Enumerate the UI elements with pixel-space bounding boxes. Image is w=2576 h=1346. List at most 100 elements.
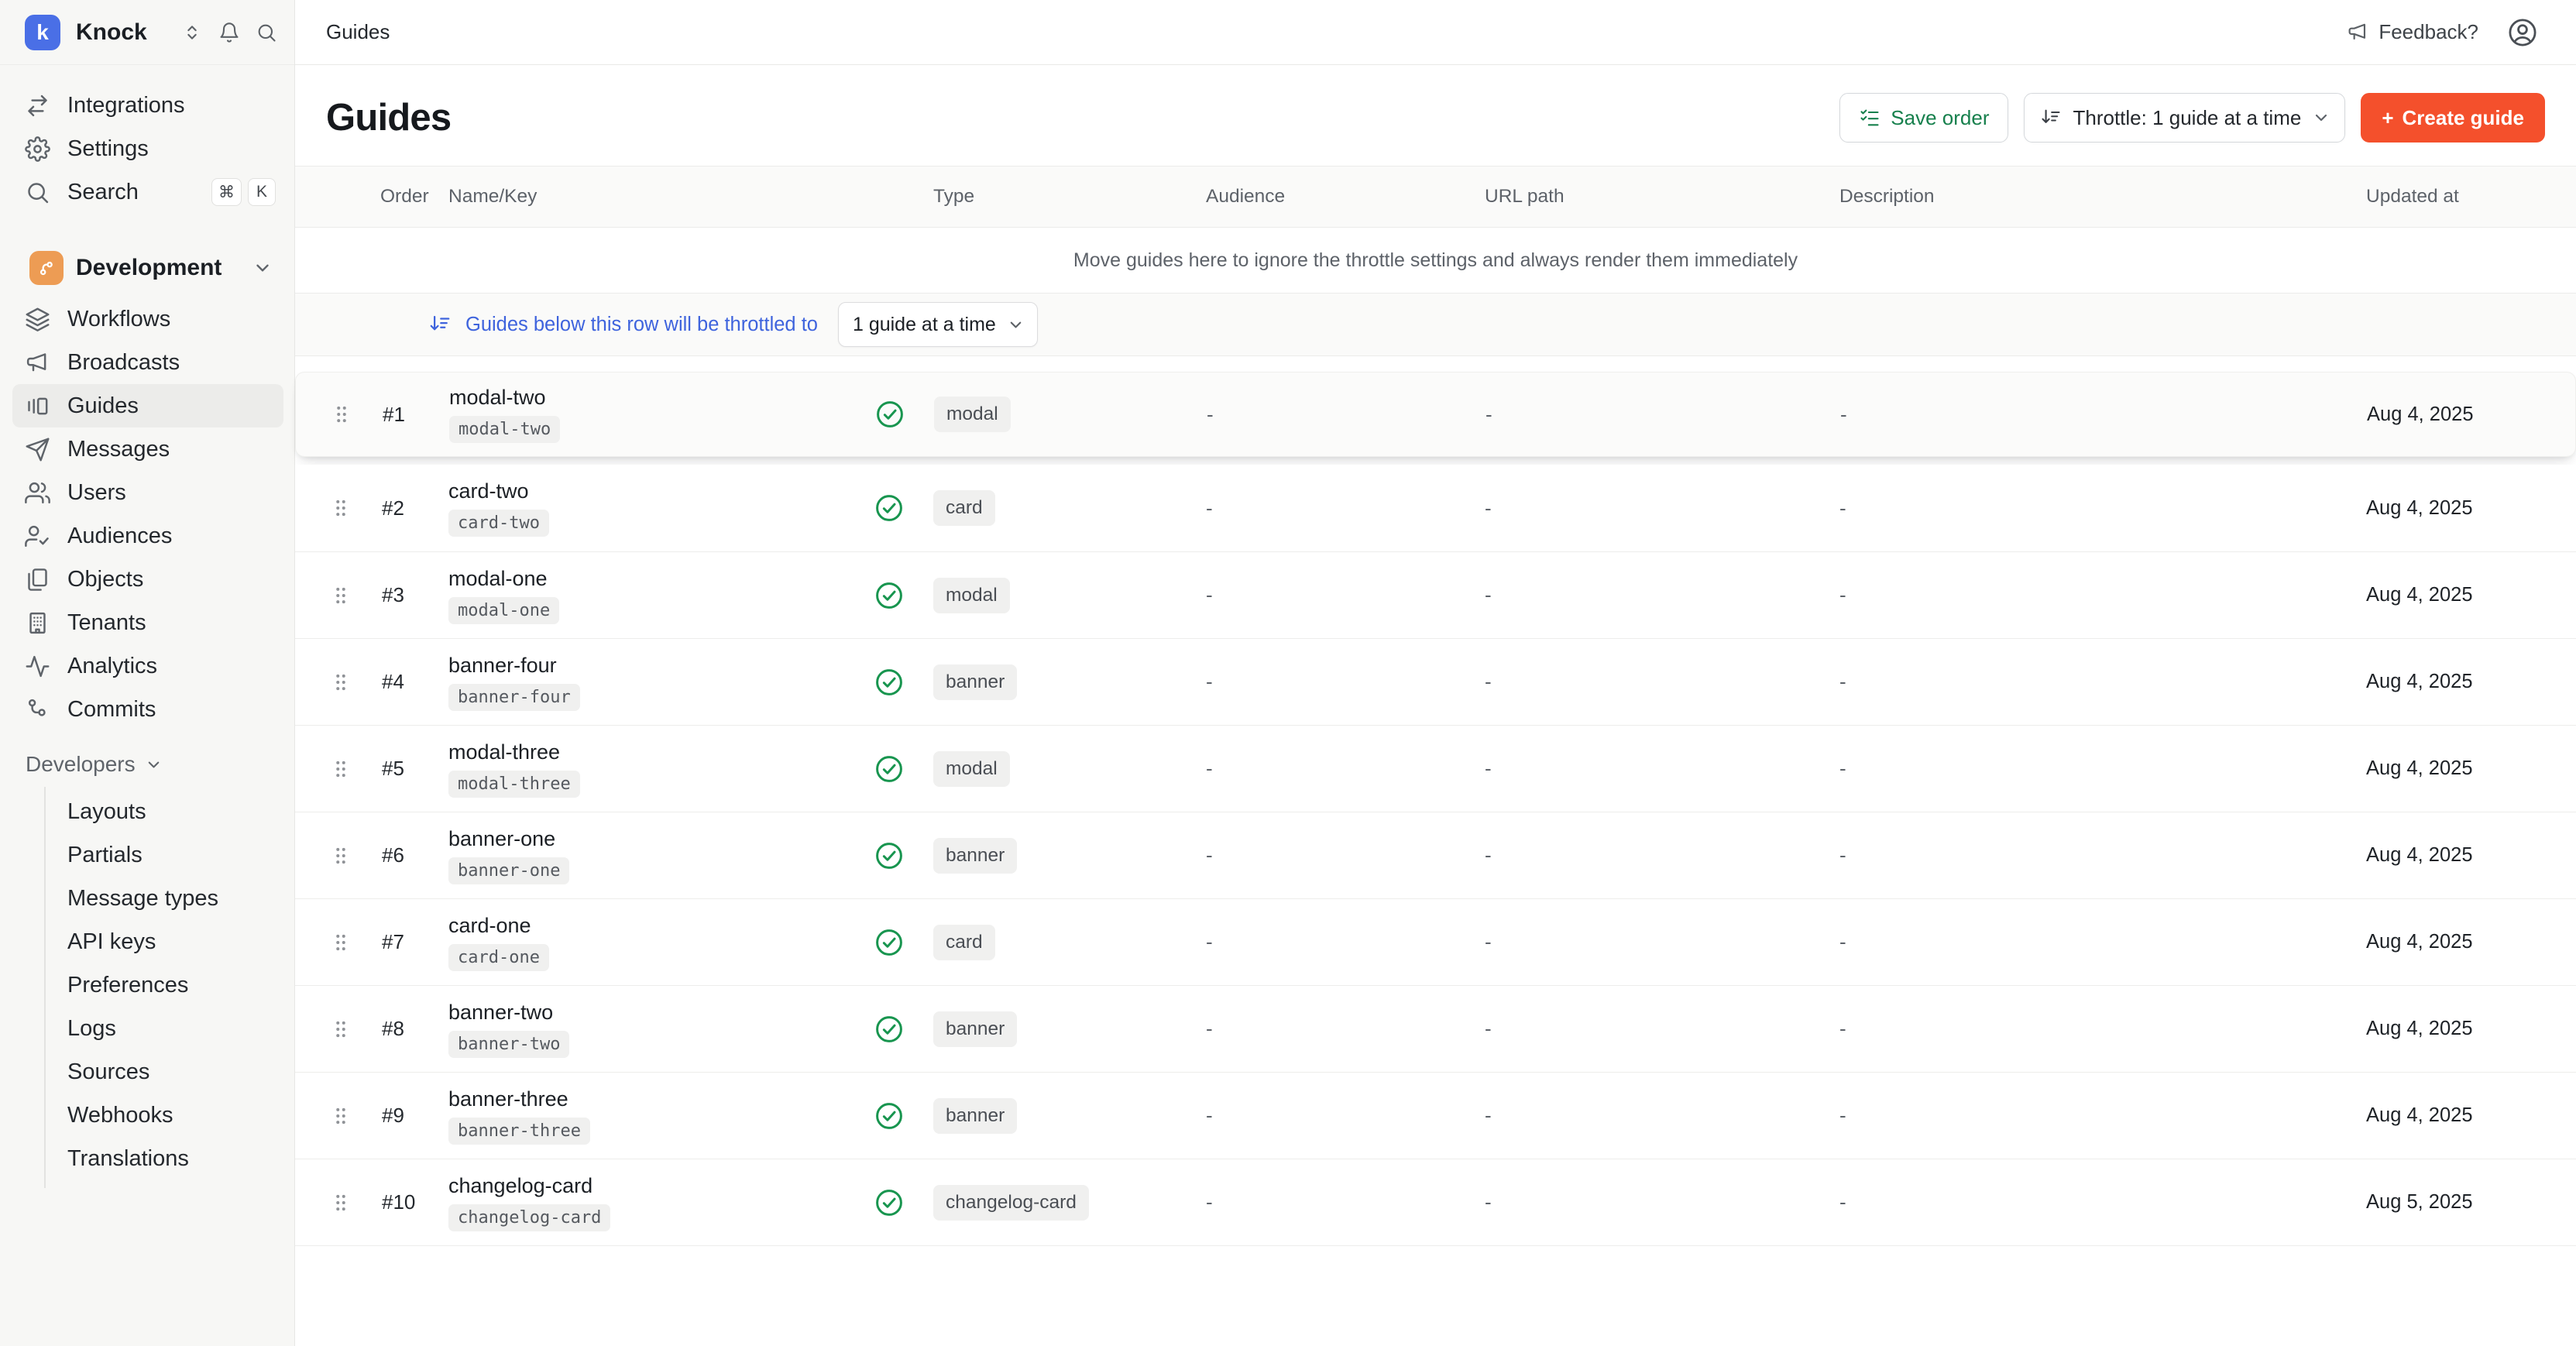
list-check-icon xyxy=(1859,107,1880,129)
table-row[interactable]: #10 changelog-card changelog-card change… xyxy=(295,1159,2576,1245)
row-order: #3 xyxy=(369,583,441,607)
row-updated-at: Aug 4, 2025 xyxy=(2186,1018,2545,1040)
sidebar-item-logs[interactable]: Logs xyxy=(46,1007,294,1050)
row-description: - xyxy=(1815,1190,2186,1214)
commits-icon xyxy=(25,697,50,723)
guide-key-badge: changelog-card xyxy=(448,1204,610,1231)
developers-section-toggle[interactable]: Developers xyxy=(12,745,283,784)
feedback-button[interactable]: Feedback? xyxy=(2347,20,2478,44)
sidebar-item-objects[interactable]: Objects xyxy=(12,558,283,601)
table-row[interactable]: #5 modal-three modal-three modal - - - A… xyxy=(295,725,2576,812)
chevron-down-icon xyxy=(252,258,273,278)
table-row[interactable]: #7 card-one card-one card - - - Aug 4, 2… xyxy=(295,898,2576,985)
throttle-button[interactable]: Throttle: 1 guide at a time xyxy=(2024,93,2345,142)
sidebar-item-webhooks[interactable]: Webhooks xyxy=(46,1094,294,1137)
drag-handle-icon[interactable] xyxy=(329,671,352,694)
sidebar-item-workflows[interactable]: Workflows xyxy=(12,297,283,341)
settings-icon xyxy=(25,136,50,162)
bell-icon[interactable] xyxy=(218,22,240,43)
sidebar-item-integrations[interactable]: Integrations xyxy=(12,84,283,127)
ignore-throttle-dropzone[interactable]: Move guides here to ignore the throttle … xyxy=(295,228,2576,294)
sidebar-item-guides[interactable]: Guides xyxy=(12,384,283,427)
sidebar-item-sources[interactable]: Sources xyxy=(46,1050,294,1094)
guide-type-badge: changelog-card xyxy=(933,1185,1089,1221)
column-header-url-path: URL path xyxy=(1469,186,1815,208)
environment-switcher[interactable]: Development xyxy=(12,246,283,290)
column-header-description: Description xyxy=(1815,186,2186,208)
row-order: #1 xyxy=(370,403,441,427)
guide-name: card-two xyxy=(448,479,529,503)
row-audience: - xyxy=(1190,670,1469,694)
user-circle-icon[interactable] xyxy=(2506,16,2539,49)
drag-handle-icon[interactable] xyxy=(329,496,352,520)
drag-handle-icon[interactable] xyxy=(329,757,352,781)
row-updated-at: Aug 4, 2025 xyxy=(2186,671,2545,693)
sort-descending-icon xyxy=(2040,107,2062,129)
sidebar-item-message-types[interactable]: Message types xyxy=(46,877,294,920)
sidebar-item-partials[interactable]: Partials xyxy=(46,833,294,877)
ignore-throttle-text: Move guides here to ignore the throttle … xyxy=(1073,249,1798,272)
environment-badge xyxy=(29,251,64,285)
sidebar-item-translations[interactable]: Translations xyxy=(46,1137,294,1180)
row-order: #4 xyxy=(369,670,441,694)
table-row[interactable]: #1 modal-two modal-two modal - - - Aug 4… xyxy=(295,372,2576,457)
throttle-divider-link[interactable]: Guides below this row will be throttled … xyxy=(465,314,818,336)
create-guide-button[interactable]: + Create guide xyxy=(2361,93,2545,142)
guide-type-badge: banner xyxy=(933,1011,1017,1047)
drag-handle-icon[interactable] xyxy=(330,403,353,426)
row-updated-at: Aug 4, 2025 xyxy=(2186,1104,2545,1127)
sidebar-item-messages[interactable]: Messages xyxy=(12,427,283,471)
sidebar-item-analytics[interactable]: Analytics xyxy=(12,644,283,688)
sidebar-item-settings[interactable]: Settings xyxy=(12,127,283,170)
guide-type-badge: banner xyxy=(933,838,1017,874)
sidebar-item-audiences[interactable]: Audiences xyxy=(12,514,283,558)
drag-handle-icon[interactable] xyxy=(329,1191,352,1214)
row-description: - xyxy=(1815,670,2186,694)
workspace-name[interactable]: Knock xyxy=(76,19,147,46)
table-row[interactable]: #3 modal-one modal-one modal - - - Aug 4… xyxy=(295,551,2576,638)
row-description: - xyxy=(1815,757,2186,781)
unfold-icon[interactable] xyxy=(181,22,203,43)
row-updated-at: Aug 4, 2025 xyxy=(2187,403,2544,426)
row-description: - xyxy=(1815,403,2187,427)
row-updated-at: Aug 4, 2025 xyxy=(2186,757,2545,780)
drag-handle-icon[interactable] xyxy=(329,844,352,867)
table-row[interactable]: #4 banner-four banner-four banner - - - … xyxy=(295,638,2576,725)
guide-type-badge: banner xyxy=(933,664,1017,700)
row-audience: - xyxy=(1191,403,1470,427)
enabled-check-icon xyxy=(873,753,905,785)
drag-handle-icon[interactable] xyxy=(329,584,352,607)
chevron-down-icon xyxy=(1007,316,1025,334)
sidebar-item-broadcasts[interactable]: Broadcasts xyxy=(12,341,283,384)
row-order: #2 xyxy=(369,496,441,520)
sidebar-item-commits[interactable]: Commits xyxy=(12,688,283,731)
sidebar-item-api-keys[interactable]: API keys xyxy=(46,920,294,963)
drag-handle-icon[interactable] xyxy=(329,931,352,954)
row-url-path: - xyxy=(1469,1104,1815,1128)
sidebar-item-preferences[interactable]: Preferences xyxy=(46,963,294,1007)
table-row[interactable]: #2 card-two card-two card - - - Aug 4, 2… xyxy=(295,465,2576,551)
table-row[interactable]: #8 banner-two banner-two banner - - - Au… xyxy=(295,985,2576,1072)
table-row[interactable]: #9 banner-three banner-three banner - - … xyxy=(295,1072,2576,1159)
search-icon[interactable] xyxy=(256,22,277,43)
drag-handle-icon[interactable] xyxy=(329,1104,352,1128)
guide-type-badge: banner xyxy=(933,1098,1017,1134)
sidebar-item-tenants[interactable]: Tenants xyxy=(12,601,283,644)
throttle-label: Throttle: 1 guide at a time xyxy=(2073,106,2301,130)
chevron-down-icon xyxy=(145,756,163,774)
sidebar-top-nav: Integrations Settings Search ⌘K xyxy=(0,65,294,214)
save-order-button[interactable]: Save order xyxy=(1839,93,2008,142)
page-header: Guides Save order Throttle: 1 guide at a… xyxy=(295,65,2576,166)
breadcrumb: Guides xyxy=(326,20,390,44)
guide-type-badge: card xyxy=(933,490,995,526)
sidebar-item-search[interactable]: Search ⌘K xyxy=(12,170,283,214)
drag-handle-icon[interactable] xyxy=(329,1018,352,1041)
table-row[interactable]: #6 banner-one banner-one banner - - - Au… xyxy=(295,812,2576,898)
throttle-value-dropdown[interactable]: 1 guide at a time xyxy=(838,302,1038,347)
tenants-icon xyxy=(25,610,50,636)
sidebar-item-layouts[interactable]: Layouts xyxy=(46,790,294,833)
sidebar-item-users[interactable]: Users xyxy=(12,471,283,514)
create-guide-label: Create guide xyxy=(2403,106,2525,130)
chevron-down-icon xyxy=(2312,108,2330,127)
page-title: Guides xyxy=(326,96,451,139)
